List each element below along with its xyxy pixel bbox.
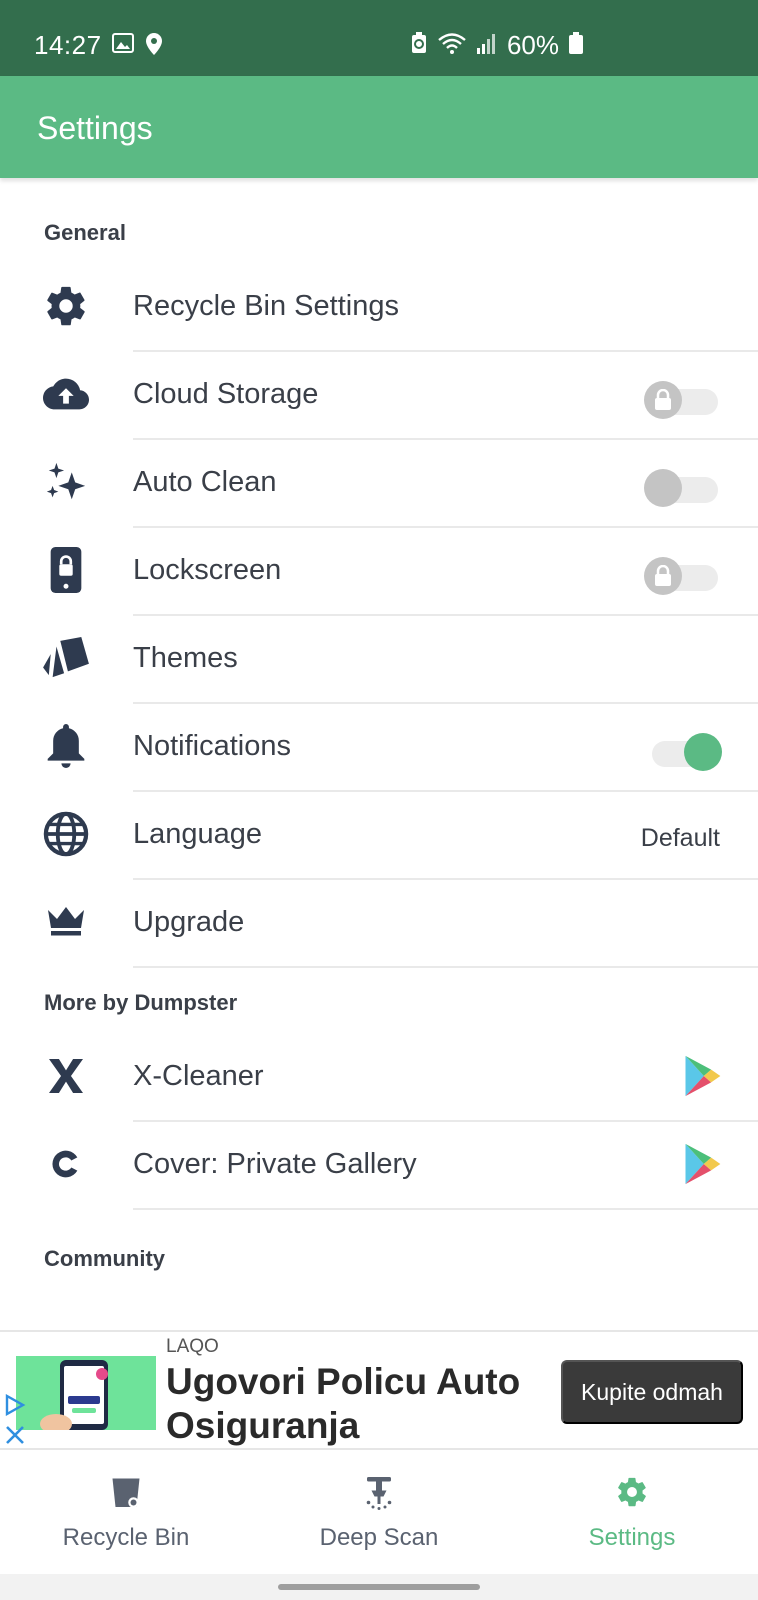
settings-item-auto-clean[interactable]: Auto Clean: [0, 440, 758, 528]
notifications-toggle[interactable]: [644, 732, 722, 771]
ad-choices-icon[interactable]: [4, 1393, 28, 1421]
nav-recycle-bin[interactable]: Recycle Bin: [0, 1450, 252, 1574]
ad-close-icon[interactable]: [4, 1424, 26, 1446]
settings-item-label: Auto Clean: [133, 466, 277, 498]
settings-item-themes[interactable]: Themes: [0, 616, 758, 704]
settings-item-lockscreen[interactable]: Lockscreen: [0, 528, 758, 616]
gear-icon: [612, 1472, 652, 1512]
status-bar: 14:27 60%: [0, 0, 758, 76]
wifi-icon: [437, 32, 467, 59]
section-header-more: More by Dumpster: [44, 990, 238, 1015]
ad-headline[interactable]: Ugovori Policu Auto Osiguranja: [166, 1360, 546, 1448]
lockscreen-toggle[interactable]: [644, 556, 722, 595]
settings-item-label: X-Cleaner: [133, 1060, 264, 1092]
trash-icon: [106, 1472, 146, 1512]
settings-item-label: Themes: [133, 642, 238, 674]
nav-deep-scan[interactable]: Deep Scan: [253, 1450, 505, 1574]
c-icon: [42, 1140, 90, 1188]
battery-icon: [569, 32, 583, 59]
language-value: Default: [640, 824, 720, 852]
settings-item-language[interactable]: Language Default: [0, 792, 758, 880]
battery-saver-icon: [411, 32, 427, 59]
play-store-icon[interactable]: [680, 1142, 728, 1190]
sparkles-icon: [42, 458, 90, 506]
gear-icon: [42, 282, 90, 330]
cloud-storage-toggle[interactable]: [644, 380, 722, 419]
image-icon: [112, 33, 134, 60]
globe-icon: [42, 810, 90, 858]
ad-cta-button[interactable]: Kupite odmah: [561, 1360, 743, 1424]
deep-scan-icon: [359, 1472, 399, 1512]
x-icon: [42, 1052, 90, 1100]
settings-item-label: Language: [133, 818, 263, 850]
nav-label: Recycle Bin: [62, 1524, 190, 1551]
nav-label: Settings: [588, 1524, 676, 1551]
settings-item-x-cleaner[interactable]: X-Cleaner: [0, 1034, 758, 1122]
section-header-community: Community: [44, 1246, 165, 1271]
app-bar: Settings: [0, 76, 758, 178]
ad-banner[interactable]: LAQO Ugovori Policu Auto Osiguranja Kupi…: [0, 1330, 758, 1450]
settings-list[interactable]: General Recycle Bin Settings Cloud Stora…: [0, 178, 758, 1330]
auto-clean-toggle[interactable]: [644, 468, 722, 507]
settings-item-label: Cover: Private Gallery: [133, 1148, 417, 1180]
signal-icon: [476, 32, 497, 59]
settings-item-label: Cloud Storage: [133, 378, 319, 410]
gesture-bar: [0, 1574, 758, 1600]
phone-lock-icon: [42, 546, 90, 594]
battery-percent: 60%: [506, 30, 559, 60]
ad-brand: LAQO: [166, 1336, 219, 1357]
status-time: 14:27: [34, 30, 102, 60]
settings-item-cloud-storage[interactable]: Cloud Storage: [0, 352, 758, 440]
ad-image[interactable]: [16, 1356, 156, 1430]
settings-item-recycle-bin[interactable]: Recycle Bin Settings: [0, 264, 758, 352]
settings-item-label: Upgrade: [133, 906, 245, 938]
crown-icon: [42, 898, 90, 946]
nav-label: Deep Scan: [319, 1524, 439, 1551]
nav-settings[interactable]: Settings: [506, 1450, 758, 1574]
settings-item-cover-gallery[interactable]: Cover: Private Gallery: [0, 1122, 758, 1210]
bell-icon: [42, 722, 90, 770]
location-icon: [146, 33, 162, 60]
settings-item-label: Recycle Bin Settings: [133, 290, 399, 322]
section-header-general: General: [44, 220, 126, 245]
page-title: Settings: [37, 110, 153, 146]
home-gesture-handle[interactable]: [278, 1584, 480, 1590]
swatches-icon: [42, 634, 90, 682]
play-store-icon[interactable]: [680, 1054, 728, 1102]
bottom-nav: Recycle Bin Deep Scan Settings: [0, 1450, 758, 1574]
lock-icon: [644, 381, 682, 419]
settings-item-label: Lockscreen: [133, 554, 282, 586]
settings-item-upgrade[interactable]: Upgrade: [0, 880, 758, 968]
lock-icon: [644, 557, 682, 595]
settings-item-label: Notifications: [133, 730, 291, 762]
settings-item-notifications[interactable]: Notifications: [0, 704, 758, 792]
cloud-upload-icon: [42, 370, 90, 418]
